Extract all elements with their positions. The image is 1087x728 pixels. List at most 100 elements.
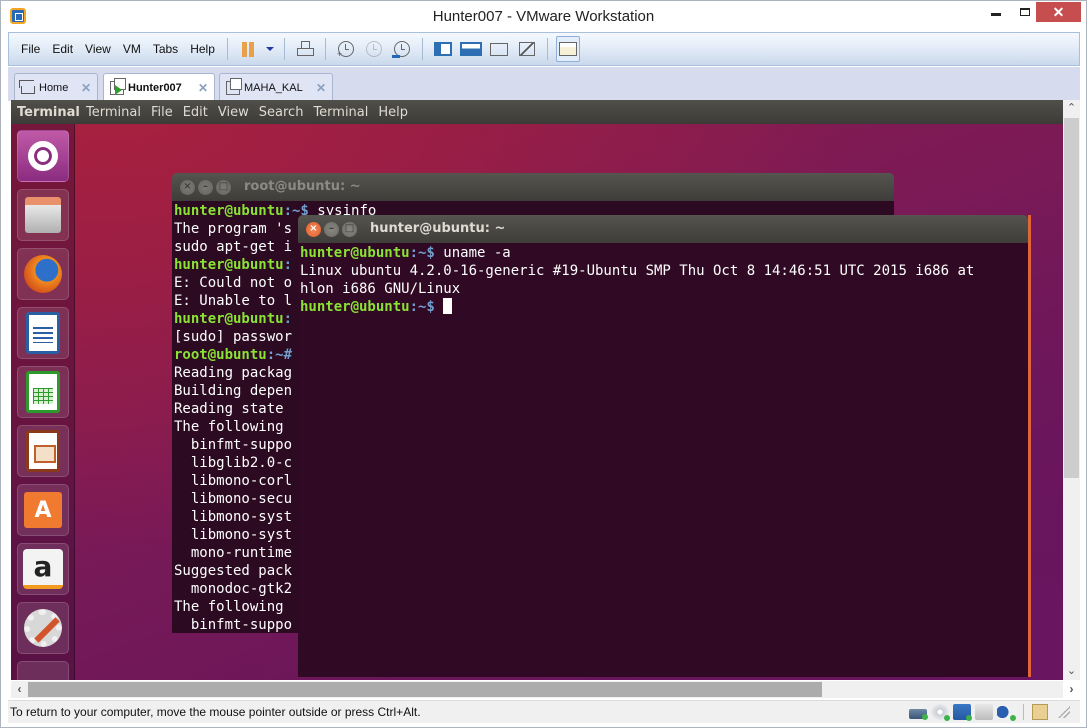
launcher-files[interactable] bbox=[17, 189, 69, 241]
unity-button[interactable] bbox=[515, 38, 539, 60]
tab-home[interactable]: Home ✕ bbox=[14, 73, 98, 101]
terminal-line: hunter@ubuntu:~$ uname -a bbox=[300, 244, 1026, 262]
vertical-scrollbar[interactable]: ⌃ ⌄ bbox=[1063, 100, 1080, 680]
scroll-left-icon[interactable]: ‹ bbox=[11, 681, 28, 698]
minimize-button[interactable] bbox=[981, 2, 1011, 22]
tab-close-icon[interactable]: ✕ bbox=[81, 81, 91, 95]
message-log-icon[interactable] bbox=[1032, 704, 1048, 720]
sound-card-icon[interactable] bbox=[997, 704, 1016, 721]
maximize-button[interactable] bbox=[1013, 2, 1037, 22]
pause-icon-bar bbox=[248, 41, 254, 57]
launcher-amazon[interactable]: a bbox=[17, 543, 69, 595]
line-text: The program 's bbox=[174, 221, 293, 237]
tab-label: MAHA_KAL bbox=[244, 81, 303, 94]
hard-disk-icon[interactable] bbox=[909, 709, 928, 720]
launcher-impress[interactable] bbox=[17, 425, 69, 477]
vm-icon bbox=[226, 77, 242, 95]
scroll-down-icon[interactable]: ⌄ bbox=[1063, 663, 1080, 680]
launcher-calc[interactable] bbox=[17, 366, 69, 418]
thumbnail-bar-icon bbox=[459, 42, 482, 56]
network-adapter-icon[interactable] bbox=[953, 704, 972, 721]
guest-menu-edit[interactable]: Edit bbox=[178, 105, 213, 120]
launcher-writer[interactable] bbox=[17, 307, 69, 359]
full-screen-icon bbox=[489, 42, 508, 56]
resize-grip-icon[interactable] bbox=[1058, 706, 1070, 718]
snapshot-manager-button[interactable] bbox=[390, 38, 414, 60]
pause-button[interactable] bbox=[236, 38, 260, 60]
guest-menu-view[interactable]: View bbox=[213, 105, 254, 120]
guest-menu-search[interactable]: Search bbox=[254, 105, 309, 120]
console-view-button[interactable] bbox=[555, 36, 580, 62]
launcher-software-center[interactable]: A bbox=[17, 484, 69, 536]
launcher-system-settings[interactable] bbox=[17, 602, 69, 654]
menu-tabs[interactable]: Tabs bbox=[147, 38, 184, 60]
file-cabinet-icon bbox=[25, 197, 61, 233]
terminal-line: Linux ubuntu 4.2.0-16-generic #19-Ubuntu… bbox=[300, 262, 1026, 280]
take-snapshot-button[interactable]: + bbox=[334, 38, 358, 60]
plus-badge-icon: + bbox=[336, 49, 343, 59]
vm-console[interactable]: Terminal Terminal File Edit View Search … bbox=[11, 100, 1063, 680]
line-text: Suggested pack bbox=[174, 563, 293, 579]
title-bar[interactable]: Hunter007 - VMware Workstation ✕ bbox=[1, 1, 1086, 32]
line-text: mono-runtime bbox=[174, 545, 293, 561]
menu-file[interactable]: File bbox=[15, 38, 46, 60]
guest-menu-terminal[interactable]: Terminal bbox=[81, 105, 146, 120]
maximize-icon[interactable]: □ bbox=[342, 221, 357, 237]
amazon-icon: a bbox=[23, 549, 63, 589]
horizontal-scroll-thumb[interactable] bbox=[28, 682, 822, 697]
terminal-window-hunter[interactable]: × – □ hunter@ubuntu: ~ hunter@ubuntu:~$ … bbox=[298, 215, 1031, 677]
terminal-output[interactable]: hunter@ubuntu:~$ uname -a Linux ubuntu 4.… bbox=[298, 243, 1028, 677]
toolbar-separator bbox=[421, 38, 423, 60]
tab-hunter007[interactable]: Hunter007 ✕ bbox=[103, 73, 215, 102]
cd-dvd-icon[interactable] bbox=[931, 704, 950, 721]
pause-icon bbox=[241, 41, 247, 57]
window-title: Hunter007 - VMware Workstation bbox=[432, 8, 655, 25]
revert-snapshot-button[interactable] bbox=[362, 38, 386, 60]
tab-maha-kal[interactable]: MAHA_KAL ✕ bbox=[219, 73, 333, 101]
close-button[interactable]: ✕ bbox=[1036, 2, 1081, 22]
terminal-titlebar[interactable]: × – □ hunter@ubuntu: ~ bbox=[298, 215, 1028, 243]
scroll-right-icon[interactable]: › bbox=[1063, 681, 1080, 698]
line-text: monodoc-gtk2 bbox=[174, 581, 293, 597]
status-message: To return to your computer, move the mou… bbox=[10, 705, 421, 719]
launcher-firefox[interactable] bbox=[17, 248, 69, 300]
show-library-button[interactable] bbox=[431, 38, 455, 60]
library-view-icon bbox=[433, 42, 452, 56]
line-text: uname -a bbox=[434, 245, 511, 261]
printer-icon[interactable] bbox=[975, 704, 993, 720]
close-icon[interactable]: × bbox=[306, 221, 321, 237]
line-text: [sudo] passwor bbox=[174, 329, 293, 345]
tab-close-icon[interactable]: ✕ bbox=[198, 81, 208, 95]
device-icons bbox=[905, 704, 1070, 721]
menu-edit[interactable]: Edit bbox=[46, 38, 79, 60]
activity-led bbox=[922, 714, 928, 720]
terminal-titlebar[interactable]: × – □ root@ubuntu: ~ bbox=[172, 173, 894, 201]
vertical-scroll-thumb[interactable] bbox=[1064, 118, 1079, 478]
tab-close-icon[interactable]: ✕ bbox=[316, 81, 326, 95]
scroll-up-icon[interactable]: ⌃ bbox=[1063, 100, 1080, 117]
menu-help[interactable]: Help bbox=[184, 38, 221, 60]
full-screen-button[interactable] bbox=[487, 38, 511, 60]
wrench-badge-icon bbox=[391, 55, 400, 58]
send-ctrl-alt-del-button[interactable] bbox=[293, 38, 317, 60]
guest-menu-terminal-2[interactable]: Terminal bbox=[308, 105, 373, 120]
ubuntu-logo-icon bbox=[28, 141, 58, 171]
guest-menu-help[interactable]: Help bbox=[373, 105, 413, 120]
software-center-icon: A bbox=[24, 492, 62, 528]
power-dropdown-button[interactable] bbox=[264, 38, 276, 60]
tab-strip: Home ✕ Hunter007 ✕ MAHA_KAL ✕ bbox=[8, 67, 1080, 102]
launcher-partial-item[interactable] bbox=[17, 661, 69, 680]
launcher-ubuntu-dash[interactable] bbox=[17, 130, 69, 182]
horizontal-scrollbar[interactable]: ‹ › bbox=[11, 681, 1074, 698]
close-icon[interactable]: × bbox=[180, 179, 195, 195]
minimize-icon[interactable]: – bbox=[324, 221, 339, 237]
menu-vm[interactable]: VM bbox=[117, 38, 147, 60]
active-app-name: Terminal bbox=[17, 104, 80, 120]
terminal-line: hunter@ubuntu:~$ bbox=[300, 298, 1026, 316]
maximize-icon[interactable]: □ bbox=[216, 179, 231, 195]
minimize-icon[interactable]: – bbox=[198, 179, 213, 195]
thumbnail-bar-button[interactable] bbox=[459, 38, 483, 60]
prompt-user: hunter@ubuntu bbox=[174, 257, 284, 273]
menu-view[interactable]: View bbox=[79, 38, 117, 60]
guest-menu-file[interactable]: File bbox=[146, 105, 178, 120]
